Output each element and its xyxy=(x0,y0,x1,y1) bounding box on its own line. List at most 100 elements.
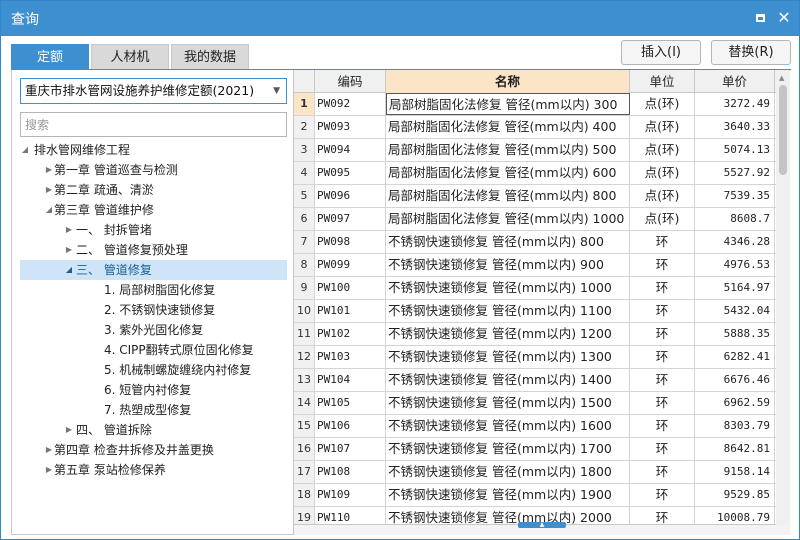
tree-node-item-5[interactable]: 5. 机械制螺旋缠绕内衬修复 xyxy=(12,360,293,380)
row-number[interactable]: 10 xyxy=(294,300,315,322)
cell-code[interactable]: PW093 xyxy=(315,116,386,138)
row-number[interactable]: 11 xyxy=(294,323,315,345)
table-row[interactable]: 16 PW107 不锈钢快速锁修复 管径(mm以内) 1700 环 8642.81 xyxy=(294,438,789,461)
tree-node-item-7[interactable]: 7. 热塑成型修复 xyxy=(12,400,293,420)
cell-code[interactable]: PW107 xyxy=(315,438,386,460)
cell-price[interactable]: 4976.53 xyxy=(695,254,775,276)
table-row[interactable]: 12 PW103 不锈钢快速锁修复 管径(mm以内) 1300 环 6282.41 xyxy=(294,346,789,369)
cell-code[interactable]: PW106 xyxy=(315,415,386,437)
row-number[interactable]: 19 xyxy=(294,507,315,524)
table-row[interactable]: 15 PW106 不锈钢快速锁修复 管径(mm以内) 1600 环 8303.79 xyxy=(294,415,789,438)
cell-price[interactable]: 5432.04 xyxy=(695,300,775,322)
cell-price[interactable]: 8608.7 xyxy=(695,208,775,230)
header-name[interactable]: 名称 xyxy=(386,70,630,93)
cell-price[interactable]: 7539.35 xyxy=(695,185,775,207)
row-number[interactable]: 17 xyxy=(294,461,315,483)
table-row[interactable]: 14 PW105 不锈钢快速锁修复 管径(mm以内) 1500 环 6962.59 xyxy=(294,392,789,415)
scrollbar-thumb[interactable] xyxy=(779,85,787,175)
cell-unit[interactable]: 环 xyxy=(630,231,695,253)
tree-node-chapter-5[interactable]: ▶ 第五章 泵站检修保养 xyxy=(12,460,293,480)
caret-right-icon[interactable]: ▶ xyxy=(64,220,74,240)
cell-name[interactable]: 不锈钢快速锁修复 管径(mm以内) 2000 xyxy=(386,507,630,524)
cell-name[interactable]: 不锈钢快速锁修复 管径(mm以内) 1500 xyxy=(386,392,630,414)
cell-price[interactable]: 9158.14 xyxy=(695,461,775,483)
tree-node-chapter-2[interactable]: ▶ 第二章 疏通、清淤 xyxy=(12,180,293,200)
cell-code[interactable]: PW094 xyxy=(315,139,386,161)
cell-unit[interactable]: 环 xyxy=(630,300,695,322)
cell-price[interactable]: 6282.41 xyxy=(695,346,775,368)
vertical-scrollbar[interactable]: ▲ xyxy=(776,71,790,525)
tree-node-item-6[interactable]: 6. 短管内衬修复 xyxy=(12,380,293,400)
cell-price[interactable]: 5164.97 xyxy=(695,277,775,299)
row-number[interactable]: 15 xyxy=(294,415,315,437)
search-input[interactable] xyxy=(21,113,286,136)
cell-name[interactable]: 不锈钢快速锁修复 管径(mm以内) 1100 xyxy=(386,300,630,322)
cell-name[interactable]: 不锈钢快速锁修复 管径(mm以内) 1400 xyxy=(386,369,630,391)
tab-my-data[interactable]: 我的数据 xyxy=(171,44,249,70)
tab-labor-material-machine[interactable]: 人材机 xyxy=(91,44,169,70)
cell-price[interactable]: 10008.79 xyxy=(695,507,775,524)
row-number[interactable]: 9 xyxy=(294,277,315,299)
cell-code[interactable]: PW100 xyxy=(315,277,386,299)
tree-node-item-3[interactable]: 3. 紫外光固化修复 xyxy=(12,320,293,340)
table-row[interactable]: 18 PW109 不锈钢快速锁修复 管径(mm以内) 1900 环 9529.85 xyxy=(294,484,789,507)
splitter-grip-icon[interactable]: ▲ xyxy=(518,522,566,528)
cell-price[interactable]: 6676.46 xyxy=(695,369,775,391)
tree-node-section-3[interactable]: ◢ 三、 管道修复 xyxy=(20,260,287,280)
cell-price[interactable]: 6962.59 xyxy=(695,392,775,414)
table-row[interactable]: 4 PW095 局部树脂固化法修复 管径(mm以内) 600 点(环) 5527.92 xyxy=(294,162,789,185)
tree-node-section-1[interactable]: ▶ 一、 封拆管堵 xyxy=(12,220,293,240)
cell-name[interactable]: 不锈钢快速锁修复 管径(mm以内) 1200 xyxy=(386,323,630,345)
cell-name[interactable]: 不锈钢快速锁修复 管径(mm以内) 1300 xyxy=(386,346,630,368)
cell-name[interactable]: 不锈钢快速锁修复 管径(mm以内) 1600 xyxy=(386,415,630,437)
header-unit[interactable]: 单位 xyxy=(630,70,695,93)
row-number[interactable]: 7 xyxy=(294,231,315,253)
row-number[interactable]: 18 xyxy=(294,484,315,506)
caret-right-icon[interactable]: ▶ xyxy=(44,460,54,480)
tree-node-chapter-1[interactable]: ▶ 第一章 管道巡查与检测 xyxy=(12,160,293,180)
header-code[interactable]: 编码 xyxy=(315,70,386,93)
tree-node-item-2[interactable]: 2. 不锈钢快速锁修复 xyxy=(12,300,293,320)
cell-unit[interactable]: 环 xyxy=(630,461,695,483)
cell-unit[interactable]: 环 xyxy=(630,484,695,506)
cell-price[interactable]: 8303.79 xyxy=(695,415,775,437)
row-number[interactable]: 4 xyxy=(294,162,315,184)
cell-unit[interactable]: 环 xyxy=(630,346,695,368)
table-row[interactable]: 7 PW098 不锈钢快速锁修复 管径(mm以内) 800 环 4346.28 xyxy=(294,231,789,254)
table-row[interactable]: 2 PW093 局部树脂固化法修复 管径(mm以内) 400 点(环) 3640.33 xyxy=(294,116,789,139)
tree-node-chapter-4[interactable]: ▶ 第四章 检查井拆修及井盖更换 xyxy=(12,440,293,460)
row-number[interactable]: 13 xyxy=(294,369,315,391)
caret-right-icon[interactable]: ▶ xyxy=(44,440,54,460)
cell-price[interactable]: 8642.81 xyxy=(695,438,775,460)
cell-unit[interactable]: 点(环) xyxy=(630,116,695,138)
cell-unit[interactable]: 环 xyxy=(630,369,695,391)
tree-node-root[interactable]: ◢ 排水管网维修工程 xyxy=(12,140,293,160)
row-number[interactable]: 16 xyxy=(294,438,315,460)
dropdown-arrow-icon[interactable]: ▼ xyxy=(273,79,280,103)
cell-unit[interactable]: 点(环) xyxy=(630,208,695,230)
cell-code[interactable]: PW105 xyxy=(315,392,386,414)
cell-unit[interactable]: 环 xyxy=(630,392,695,414)
cell-code[interactable]: PW096 xyxy=(315,185,386,207)
search-box[interactable] xyxy=(20,112,287,137)
caret-down-icon[interactable]: ◢ xyxy=(44,200,54,220)
maximize-icon[interactable] xyxy=(751,9,769,27)
row-number[interactable]: 8 xyxy=(294,254,315,276)
table-row[interactable]: 10 PW101 不锈钢快速锁修复 管径(mm以内) 1100 环 5432.04 xyxy=(294,300,789,323)
row-number[interactable]: 5 xyxy=(294,185,315,207)
title-bar[interactable]: 查询 ✕ xyxy=(1,1,799,36)
table-row[interactable]: 1 PW092 局部树脂固化法修复 管径(mm以内) 300 点(环) 3272.49 xyxy=(294,93,789,116)
cell-unit[interactable]: 环 xyxy=(630,323,695,345)
cell-price[interactable]: 3640.33 xyxy=(695,116,775,138)
cell-code[interactable]: PW098 xyxy=(315,231,386,253)
cell-code[interactable]: PW110 xyxy=(315,507,386,524)
caret-right-icon[interactable]: ▶ xyxy=(44,180,54,200)
table-row[interactable]: 13 PW104 不锈钢快速锁修复 管径(mm以内) 1400 环 6676.46 xyxy=(294,369,789,392)
cell-unit[interactable]: 环 xyxy=(630,438,695,460)
cell-name[interactable]: 不锈钢快速锁修复 管径(mm以内) 1000 xyxy=(386,277,630,299)
cell-code[interactable]: PW097 xyxy=(315,208,386,230)
scroll-up-icon[interactable]: ▲ xyxy=(779,74,784,82)
cell-code[interactable]: PW109 xyxy=(315,484,386,506)
cell-unit[interactable]: 点(环) xyxy=(630,139,695,161)
cell-unit[interactable]: 环 xyxy=(630,415,695,437)
